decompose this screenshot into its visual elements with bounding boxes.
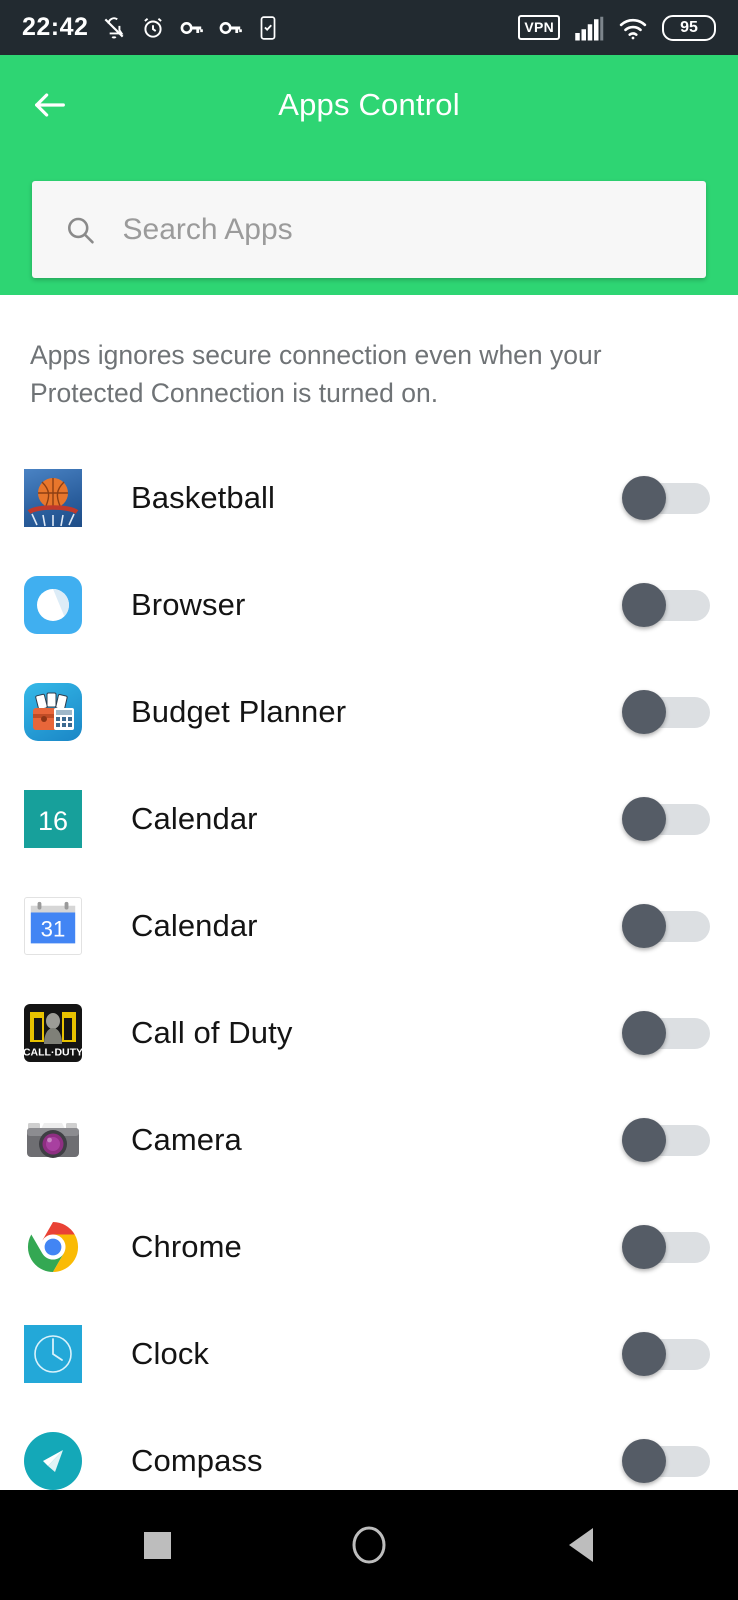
- app-toggle-calendar-teal[interactable]: [622, 795, 710, 843]
- app-toggle-budget-planner[interactable]: [622, 688, 710, 736]
- app-name: Calendar: [131, 800, 258, 836]
- signal-bars-icon: [575, 16, 604, 40]
- app-toggle-camera[interactable]: [622, 1116, 710, 1164]
- app-toggle-chrome[interactable]: [622, 1223, 710, 1271]
- search-container: [0, 181, 738, 278]
- call-of-duty-app-icon: CALL·DUTY: [24, 1003, 82, 1062]
- app-row-browser[interactable]: Browser: [0, 551, 738, 658]
- calendar-day-number: 16: [38, 806, 68, 836]
- description-text: Apps ignores secure connection even when…: [30, 340, 602, 408]
- back-arrow-icon: [35, 93, 65, 117]
- app-toggle-google-calendar[interactable]: [622, 902, 710, 950]
- home-button[interactable]: [337, 1513, 401, 1577]
- app-row-calendar-teal[interactable]: 16 Calendar: [0, 765, 738, 872]
- app-toggle-compass[interactable]: [622, 1437, 710, 1485]
- app-header: Apps Control: [0, 55, 738, 295]
- phone-check-icon: [261, 15, 276, 40]
- app-name: Calendar: [131, 907, 258, 943]
- basketball-app-icon: [24, 468, 82, 527]
- status-bar-left: 22:42: [22, 15, 518, 41]
- app-row-budget-planner[interactable]: Budget Planner: [0, 658, 738, 765]
- alarm-clock-icon: [144, 17, 163, 38]
- app-row-call-of-duty[interactable]: CALL·DUTY Call of Duty: [0, 979, 738, 1086]
- vpn-badge: VPN: [518, 15, 560, 40]
- search-icon: [68, 217, 94, 243]
- status-bar-clock: 22:42: [22, 13, 89, 41]
- battery-badge: 95: [662, 14, 716, 41]
- wifi-icon: [619, 18, 647, 39]
- clock-app-icon: [24, 1324, 82, 1383]
- cod-wordmark: CALL·DUTY: [24, 1046, 82, 1058]
- toggle-knob: [622, 903, 666, 948]
- app-row-compass[interactable]: Compass: [0, 1407, 738, 1490]
- app-toggle-basketball[interactable]: [622, 474, 710, 522]
- status-bar-right: VPN 95: [518, 14, 716, 41]
- toggle-knob: [622, 475, 666, 520]
- back-button[interactable]: [24, 79, 76, 131]
- google-calendar-app-icon: 31: [24, 896, 82, 955]
- app-name: Basketball: [131, 479, 276, 515]
- toggle-knob: [622, 582, 666, 627]
- app-name: Call of Duty: [131, 1014, 293, 1050]
- content-area: Apps ignores secure connection even when…: [0, 295, 738, 1490]
- toggle-knob: [622, 1117, 666, 1162]
- app-row-basketball[interactable]: Basketball: [0, 444, 738, 551]
- bell-off-icon: [105, 16, 124, 38]
- calendar-teal-app-icon: 16: [24, 789, 82, 848]
- search-box[interactable]: [32, 181, 706, 278]
- page-title: Apps Control: [278, 87, 460, 122]
- apps-list: Basketball Browser Budget Planner 16 Cal…: [0, 444, 738, 1490]
- toggle-knob: [622, 1438, 666, 1483]
- status-bar: 22:42 VPN 95: [0, 0, 738, 55]
- app-name: Browser: [131, 586, 246, 622]
- key-icon: [181, 21, 204, 34]
- triangle-back-icon: [569, 1528, 593, 1562]
- app-name: Budget Planner: [131, 693, 347, 729]
- circle-home-icon: [352, 1526, 386, 1564]
- budget-planner-app-icon: [24, 682, 82, 741]
- toggle-knob: [622, 796, 666, 841]
- calendar-day-number: 31: [41, 916, 66, 941]
- app-bar: Apps Control: [0, 55, 738, 155]
- app-row-chrome[interactable]: Chrome: [0, 1193, 738, 1300]
- browser-app-icon: [24, 575, 82, 634]
- chrome-app-icon: [24, 1218, 82, 1276]
- app-name: Camera: [131, 1121, 242, 1157]
- app-row-google-calendar[interactable]: 31 Calendar: [0, 872, 738, 979]
- camera-app-icon: [24, 1111, 82, 1169]
- app-name: Chrome: [131, 1228, 242, 1264]
- toggle-knob: [622, 1010, 666, 1055]
- back-button-nav[interactable]: [549, 1513, 613, 1577]
- app-toggle-call-of-duty[interactable]: [622, 1009, 710, 1057]
- app-row-clock[interactable]: Clock: [0, 1300, 738, 1407]
- app-row-camera[interactable]: Camera: [0, 1086, 738, 1193]
- android-nav-bar: [0, 1490, 738, 1600]
- toggle-knob: [622, 1224, 666, 1269]
- app-toggle-browser[interactable]: [622, 581, 710, 629]
- toggle-knob: [622, 1331, 666, 1376]
- search-input[interactable]: [122, 212, 674, 247]
- key-icon: [220, 21, 243, 34]
- recents-button[interactable]: [125, 1513, 189, 1577]
- app-toggle-clock[interactable]: [622, 1330, 710, 1378]
- toggle-knob: [622, 689, 666, 734]
- app-name: Compass: [131, 1442, 263, 1478]
- square-recents-icon: [143, 1531, 171, 1559]
- compass-app-icon: [24, 1431, 82, 1490]
- app-name: Clock: [131, 1335, 210, 1371]
